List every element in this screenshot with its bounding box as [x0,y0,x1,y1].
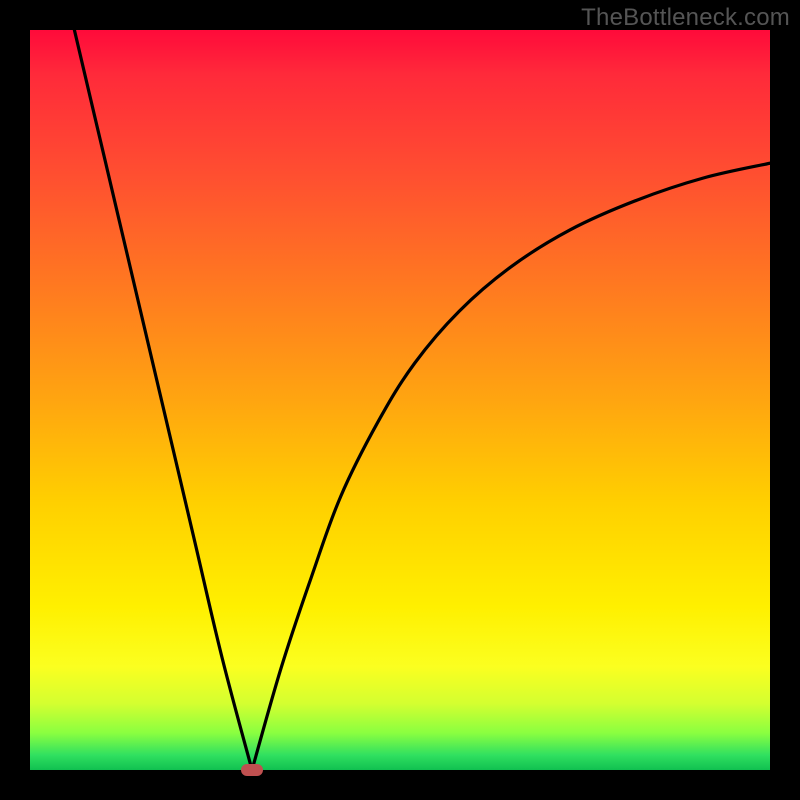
curve-path [74,30,770,770]
bottleneck-curve [30,30,770,770]
plot-area [30,30,770,770]
chart-frame: TheBottleneck.com [0,0,800,800]
minimum-marker [241,764,263,776]
watermark-text: TheBottleneck.com [581,4,790,32]
